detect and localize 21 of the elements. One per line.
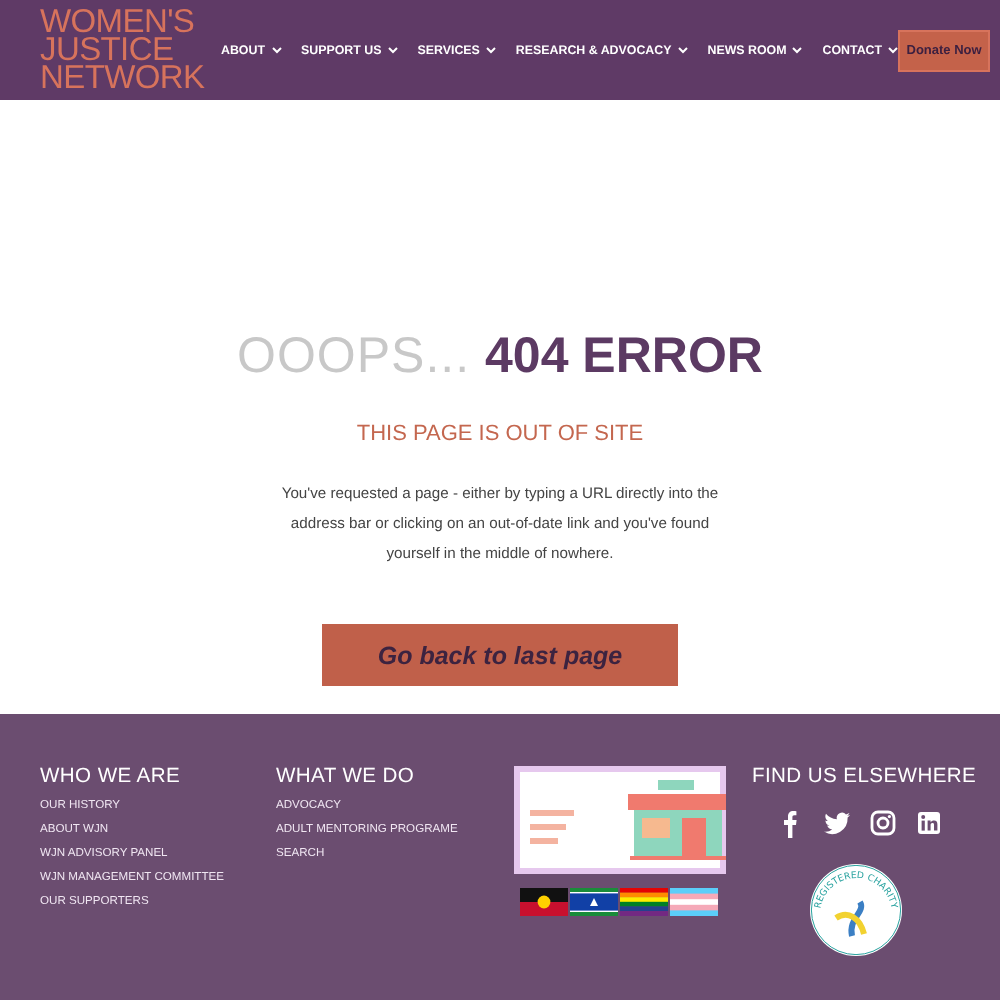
linkedin-icon[interactable] xyxy=(914,808,944,838)
caret-icon xyxy=(387,46,398,54)
logo-text: WOMEN'S xyxy=(40,8,197,36)
footer-heading: WHAT WE DO xyxy=(276,766,417,788)
logo-text: NETWORK xyxy=(40,64,205,92)
footer-heading: FIND US ELSEWHERE xyxy=(752,766,977,788)
back-button[interactable]: Go back to last page xyxy=(322,624,678,686)
flag-icon xyxy=(570,888,618,916)
caret-icon xyxy=(485,46,496,54)
caret-icon xyxy=(888,46,899,54)
error-subtitle: THIS PAGE IS OUT OF SITE xyxy=(356,420,644,448)
twitter-icon[interactable] xyxy=(822,808,852,838)
instagram-icon[interactable] xyxy=(868,808,898,838)
flag-icon xyxy=(520,888,568,916)
flag-icon xyxy=(670,888,718,916)
footer-heading: WHO WE ARE xyxy=(40,766,183,788)
flag-icon xyxy=(620,888,668,916)
caret-icon xyxy=(271,46,281,54)
caret-icon xyxy=(792,46,803,54)
caret-icon xyxy=(677,46,688,54)
logo-text: JUSTICE xyxy=(40,36,174,64)
